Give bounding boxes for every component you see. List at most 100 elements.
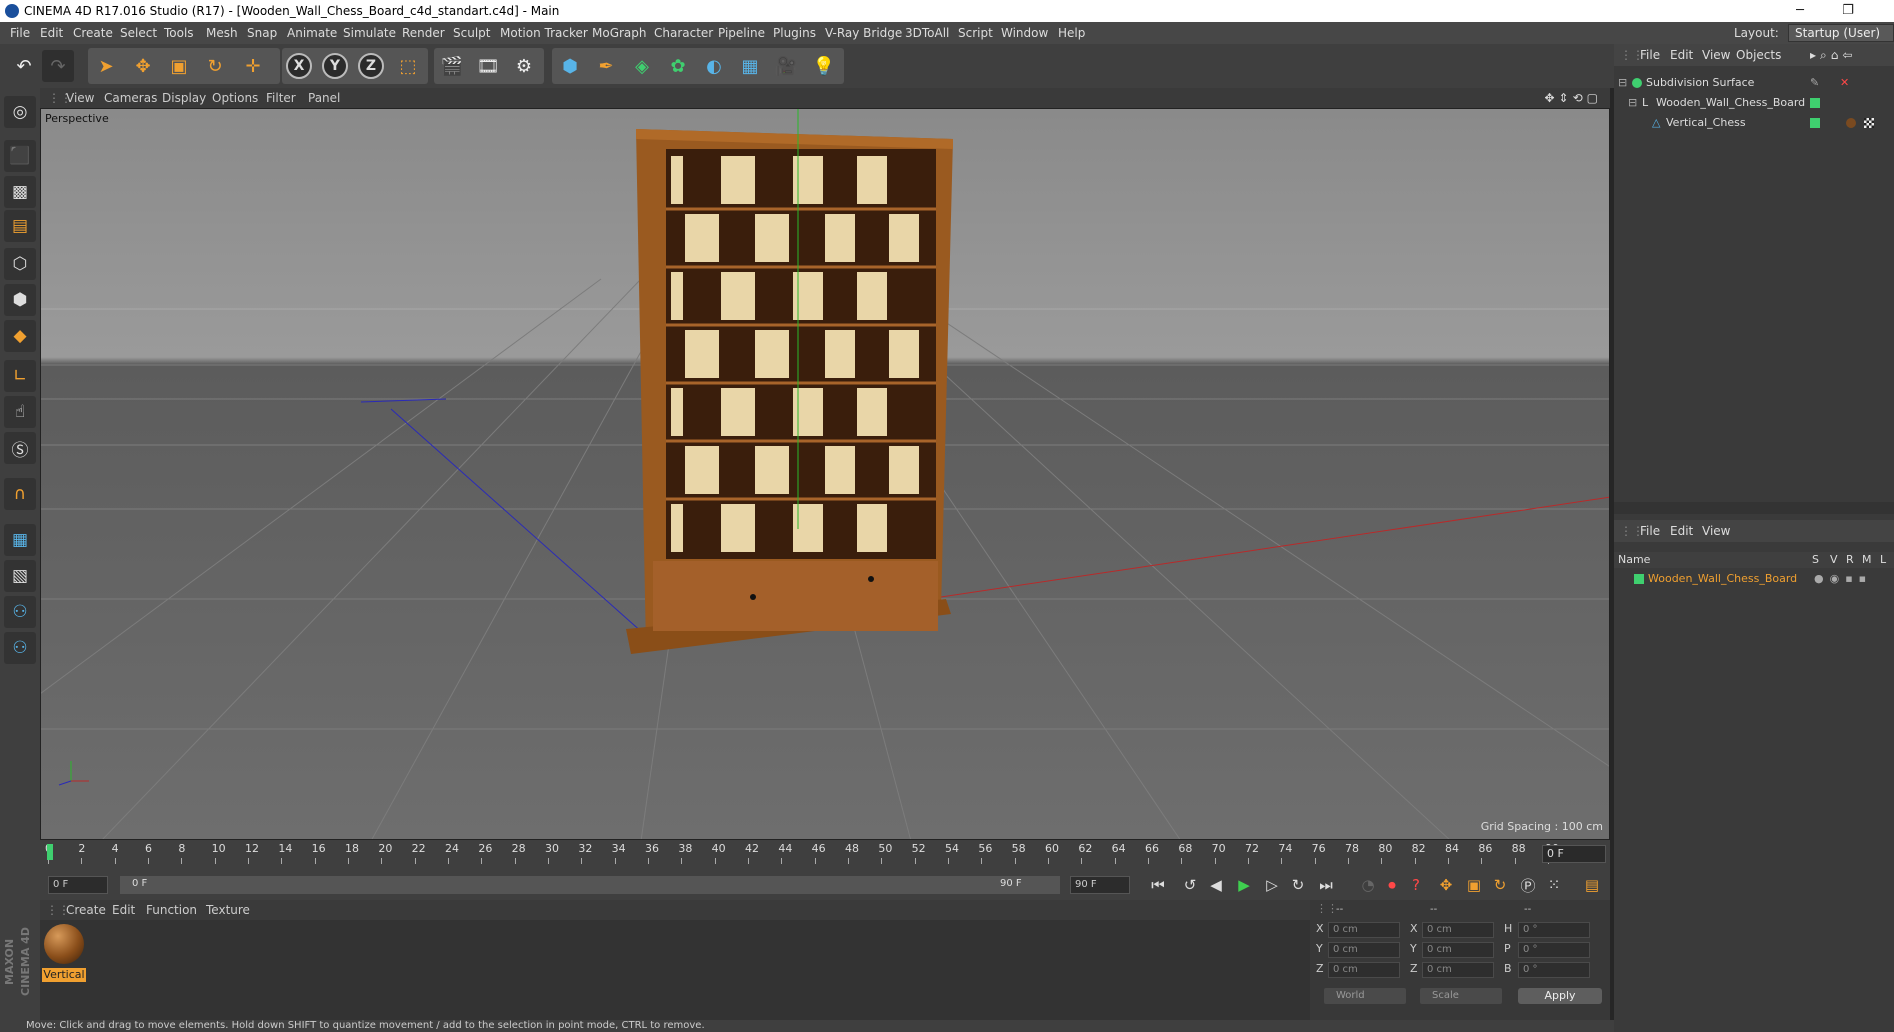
coordinate-space-dropdown[interactable]: World — [1324, 988, 1406, 1004]
redo-icon[interactable]: ↷ — [42, 50, 74, 82]
object-row-vertical-chess[interactable]: △ Vertical_Chess — [1614, 114, 1894, 132]
render-view-icon[interactable]: 🎬 — [436, 50, 468, 82]
key-position-icon[interactable]: ✥ — [1434, 873, 1458, 897]
playhead-marker[interactable] — [47, 844, 53, 860]
visibility-toggle-icon[interactable]: ✎ — [1810, 74, 1819, 92]
menu-animate[interactable]: Animate — [287, 22, 337, 44]
key-parameter-icon[interactable]: Ⓟ — [1516, 873, 1540, 897]
key-pla-icon[interactable]: ⁙ — [1542, 873, 1566, 897]
viewport-menu-options[interactable]: Options — [212, 88, 258, 108]
material-menu-edit[interactable]: Edit — [112, 900, 135, 920]
menu-script[interactable]: Script — [958, 22, 993, 44]
rotation-b-field[interactable]: 0 ° — [1518, 962, 1590, 978]
motion-record-icon[interactable]: ◔ — [1356, 873, 1380, 897]
object-menu-edit[interactable]: Edit — [1670, 44, 1693, 66]
material-tag-icon[interactable] — [1846, 118, 1856, 128]
preview-range-slider[interactable] — [120, 876, 1060, 894]
menu-simulate[interactable]: Simulate — [343, 22, 396, 44]
render-settings-icon[interactable]: ⚙ — [508, 50, 540, 82]
move-icon[interactable]: ✥ — [127, 50, 159, 82]
record-keys-icon[interactable]: ⏺ — [1380, 873, 1404, 897]
object-row-subdivision-surface[interactable]: ⊟ Subdivision Surface ✎ ✕ — [1614, 74, 1894, 92]
menu-snap[interactable]: Snap — [247, 22, 277, 44]
position-z-field[interactable]: 0 cm — [1328, 962, 1400, 978]
restore-button[interactable]: ❐ — [1828, 0, 1868, 22]
position-x-field[interactable]: 0 cm — [1328, 922, 1400, 938]
points-mode-icon[interactable]: ⬡ — [4, 248, 36, 280]
menu-create[interactable]: Create — [73, 22, 113, 44]
light-bulb-icon[interactable]: 💡 — [808, 50, 840, 82]
go-to-end-icon[interactable]: ⏭ — [1314, 873, 1338, 897]
previous-frame-icon[interactable]: ◀ — [1204, 873, 1228, 897]
menu-help[interactable]: Help — [1058, 22, 1085, 44]
menu-file[interactable]: File — [10, 22, 30, 44]
scale-icon[interactable]: ▣ — [163, 50, 195, 82]
menu-select[interactable]: Select — [120, 22, 157, 44]
object-menu-view[interactable]: View — [1702, 44, 1730, 66]
menu-tools[interactable]: Tools — [164, 22, 194, 44]
workplane-icon[interactable]: ▤ — [4, 210, 36, 242]
size-x-field[interactable]: 0 cm — [1422, 922, 1494, 938]
menu-sculpt[interactable]: Sculpt — [453, 22, 490, 44]
object-menu-file[interactable]: File — [1640, 44, 1660, 66]
menu-character[interactable]: Character — [654, 22, 713, 44]
grid-lock-icon[interactable]: ▦ — [4, 524, 36, 556]
position-y-field[interactable]: 0 cm — [1328, 942, 1400, 958]
rotation-p-field[interactable]: 0 ° — [1518, 942, 1590, 958]
viewport-navigation-icons[interactable]: ✥⇕⟲▢ — [1544, 88, 1602, 108]
axis-z-button[interactable]: Z — [358, 53, 384, 79]
menu-motion-tracker[interactable]: Motion Tracker — [500, 22, 588, 44]
start-frame-field[interactable]: 0 F — [48, 876, 108, 894]
coordinate-system-icon[interactable]: ⬚ — [392, 50, 424, 82]
material-menu-function[interactable]: Function — [146, 900, 197, 920]
object-manager-tool-icons[interactable]: ▸⌕⌂⇦ — [1810, 44, 1856, 66]
solo-mode-icon[interactable]: Ⓢ — [4, 432, 36, 464]
menu-window[interactable]: Window — [1001, 22, 1048, 44]
coordinate-mode-dropdown[interactable]: Scale — [1420, 988, 1502, 1004]
floor-scene-icon[interactable]: ▦ — [734, 50, 766, 82]
go-to-start-icon[interactable]: ⏮ — [1146, 873, 1170, 897]
next-frame-icon[interactable]: ▷ — [1260, 873, 1284, 897]
menu-3dtoall[interactable]: 3DToAll — [905, 22, 949, 44]
loop-icon[interactable]: ↻ — [1286, 873, 1310, 897]
collapse-icon[interactable]: ⊟ — [1618, 74, 1627, 92]
python-script-2-icon[interactable]: ⚇ — [4, 632, 36, 664]
workplane-lock-icon[interactable]: ▧ — [4, 560, 36, 592]
3d-viewport[interactable]: Perspective Grid Spacing: 100 cm — [40, 108, 1610, 840]
previous-key-icon[interactable]: ↺ — [1178, 873, 1202, 897]
apply-button[interactable]: Apply — [1518, 988, 1602, 1004]
transform-icon[interactable]: ✛ — [237, 50, 269, 82]
horizontal-scrollbar[interactable] — [1614, 502, 1894, 514]
viewport-menu-panel[interactable]: Panel — [308, 88, 340, 108]
size-z-field[interactable]: 0 cm — [1422, 962, 1494, 978]
menu-mesh[interactable]: Mesh — [206, 22, 238, 44]
timeline-layout-icon[interactable]: ▤ — [1580, 873, 1604, 897]
mograph-cloner-icon[interactable]: ✿ — [662, 50, 694, 82]
object-row-wooden-wall-chess-board[interactable]: ⊟ L Wooden_Wall_Chess_Board — [1614, 94, 1894, 112]
material-menu-create[interactable]: Create — [66, 900, 106, 920]
layer-menu-file[interactable]: File — [1640, 520, 1660, 542]
polygons-mode-icon[interactable]: ◆ — [4, 320, 36, 352]
edges-mode-icon[interactable]: ⬢ — [4, 284, 36, 316]
axis-mode-icon[interactable]: ∟ — [4, 360, 36, 392]
current-frame-field[interactable]: 0 F — [1542, 845, 1606, 863]
key-rotation-icon[interactable]: ↻ — [1488, 873, 1512, 897]
tweak-mode-icon[interactable]: ☝ — [4, 396, 36, 428]
autokey-icon[interactable]: ? — [1404, 873, 1428, 897]
wooden-chess-board-model[interactable] — [626, 129, 953, 654]
undo-icon[interactable]: ↶ — [8, 50, 40, 82]
python-script-icon[interactable]: ⚇ — [4, 596, 36, 628]
viewport-menu-cameras[interactable]: Cameras — [104, 88, 157, 108]
deformer-icon[interactable]: ◐ — [698, 50, 730, 82]
cube-primitive-icon[interactable]: ⬢ — [554, 50, 586, 82]
layer-menu-edit[interactable]: Edit — [1670, 520, 1693, 542]
axis-y-button[interactable]: Y — [322, 53, 348, 79]
disabled-x-icon[interactable]: ✕ — [1840, 74, 1849, 92]
menu-edit[interactable]: Edit — [40, 22, 63, 44]
key-scale-icon[interactable]: ▣ — [1462, 873, 1486, 897]
material-swatch[interactable]: Vertical — [40, 920, 90, 986]
layout-dropdown[interactable]: Startup (User) — [1788, 24, 1894, 42]
render-picture-viewer-icon[interactable]: 🎞 — [472, 50, 504, 82]
rotation-h-field[interactable]: 0 ° — [1518, 922, 1590, 938]
menu-pipeline[interactable]: Pipeline — [718, 22, 765, 44]
